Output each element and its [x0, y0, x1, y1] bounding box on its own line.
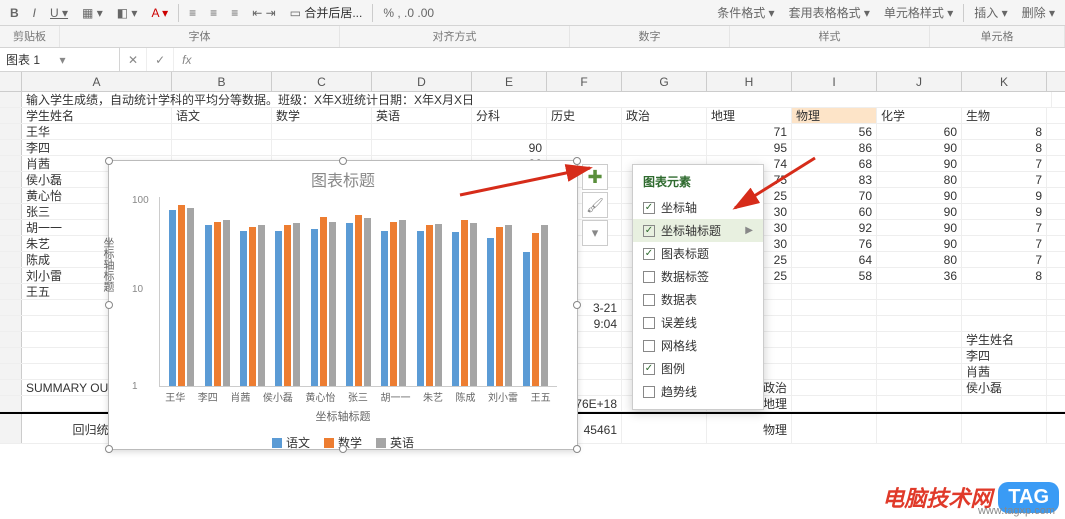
embedded-chart[interactable]: 图表标题 坐标轴标题 1 10 100 王华李四肖茜侯小磊黄心怡张三胡一一朱艺陈…: [108, 160, 578, 450]
chart-side-tools: ✚ 🖌 ▾: [582, 164, 608, 246]
chart-element-option[interactable]: ✓图表标题: [633, 242, 763, 265]
chart-element-option[interactable]: 网格线: [633, 334, 763, 357]
chart-styles-button[interactable]: 🖌: [582, 192, 608, 218]
ribbon-toolbar: B I U ▾ ▦ ▾ ◧ ▾ A ▾ ≡ ≡ ≡ ⇤ ⇥ ▭ 合并后居... …: [0, 0, 1065, 26]
checkbox-icon[interactable]: ✓: [643, 248, 655, 260]
checkbox-icon[interactable]: ✓: [643, 202, 655, 214]
cell-style-button[interactable]: 单元格样式 ▾: [880, 2, 957, 23]
checkbox-icon[interactable]: [643, 386, 655, 398]
resize-handle[interactable]: [339, 445, 347, 453]
bold-button[interactable]: B: [6, 4, 23, 22]
resize-handle[interactable]: [105, 157, 113, 165]
resize-handle[interactable]: [573, 157, 581, 165]
fill-color-button[interactable]: ◧ ▾: [113, 4, 142, 22]
group-styles: 样式: [730, 26, 930, 47]
title-cell[interactable]: 输入学生成绩，自动统计学科的平均分等数据。班级：X年X班统计日期：X年X月X日: [22, 92, 1052, 107]
chart-element-option[interactable]: ✓图例: [633, 357, 763, 380]
popup-title: 图表元素: [633, 171, 763, 196]
number-format-button[interactable]: % , .0 .00: [379, 4, 438, 22]
fx-icon[interactable]: fx: [174, 53, 199, 67]
checkbox-icon[interactable]: [643, 340, 655, 352]
column-headers: A B C D E F G H I J K: [0, 72, 1065, 92]
formula-bar: 图表 1▾ ✕ ✓ fx: [0, 48, 1065, 72]
resize-handle[interactable]: [105, 301, 113, 309]
cancel-icon[interactable]: ✕: [120, 48, 147, 71]
chart-element-option[interactable]: ✓坐标轴: [633, 196, 763, 219]
chart-plot-area[interactable]: 坐标轴标题 1 10 100: [159, 197, 557, 387]
table-row: 王华7156608: [0, 124, 1065, 140]
col-header[interactable]: J: [877, 72, 962, 91]
chart-element-option[interactable]: 数据标签: [633, 265, 763, 288]
chart-element-option[interactable]: 误差线: [633, 311, 763, 334]
resize-handle[interactable]: [105, 445, 113, 453]
cond-format-button[interactable]: 条件格式 ▾: [713, 2, 778, 23]
table-row: 学生姓名 语文 数学 英语 分科 历史 政治 地理 物理 化学 生物: [0, 108, 1065, 124]
col-header[interactable]: H: [707, 72, 792, 91]
checkbox-icon[interactable]: ✓: [643, 363, 655, 375]
group-clipboard: 剪贴板: [0, 26, 60, 47]
checkbox-icon[interactable]: [643, 271, 655, 283]
x-axis-title[interactable]: 坐标轴标题: [109, 408, 577, 424]
group-number: 数字: [570, 26, 730, 47]
col-header[interactable]: I: [792, 72, 877, 91]
chart-element-option[interactable]: 数据表: [633, 288, 763, 311]
ribbon-group-labels: 剪贴板 字体 对齐方式 数字 样式 单元格: [0, 26, 1065, 48]
resize-handle[interactable]: [573, 445, 581, 453]
chart-filter-button[interactable]: ▾: [582, 220, 608, 246]
col-header[interactable]: K: [962, 72, 1047, 91]
underline-button[interactable]: U ▾: [46, 4, 72, 22]
checkbox-icon[interactable]: [643, 294, 655, 306]
table-format-button[interactable]: 套用表格格式 ▾: [785, 2, 874, 23]
group-cells: 单元格: [930, 26, 1065, 47]
merge-button[interactable]: ▭ 合并后居...: [286, 2, 367, 23]
border-button[interactable]: ▦ ▾: [78, 4, 107, 22]
font-color-button[interactable]: A ▾: [147, 4, 172, 22]
checkbox-icon[interactable]: ✓: [643, 225, 655, 237]
name-box[interactable]: 图表 1▾: [0, 48, 120, 71]
italic-button[interactable]: I: [29, 4, 40, 22]
delete-button[interactable]: 删除 ▾: [1018, 2, 1059, 23]
col-header[interactable]: B: [172, 72, 272, 91]
align-left-button[interactable]: ≡: [185, 4, 200, 22]
y-axis-title[interactable]: 坐标轴标题: [100, 237, 116, 292]
watermark-url: www.tagxp.com: [978, 505, 1055, 517]
chart-title[interactable]: 图表标题: [109, 161, 577, 197]
insert-button[interactable]: 插入 ▾: [970, 2, 1011, 23]
chart-element-option[interactable]: 趋势线: [633, 380, 763, 403]
col-header[interactable]: D: [372, 72, 472, 91]
checkbox-icon[interactable]: [643, 317, 655, 329]
col-header[interactable]: F: [547, 72, 622, 91]
chart-element-option[interactable]: ✓坐标轴标题▶: [633, 219, 763, 242]
indent-button[interactable]: ⇤ ⇥: [248, 4, 279, 22]
group-font: 字体: [60, 26, 340, 47]
col-header[interactable]: C: [272, 72, 372, 91]
confirm-icon[interactable]: ✓: [147, 48, 174, 71]
chart-elements-popup: 图表元素 ✓坐标轴✓坐标轴标题▶✓图表标题数据标签数据表误差线网格线✓图例趋势线: [632, 164, 764, 410]
resize-handle[interactable]: [573, 301, 581, 309]
align-center-button[interactable]: ≡: [206, 4, 221, 22]
chart-elements-button[interactable]: ✚: [582, 164, 608, 190]
col-header[interactable]: G: [622, 72, 707, 91]
table-row: 李四909586908: [0, 140, 1065, 156]
chevron-right-icon: ▶: [745, 225, 753, 236]
table-row: 输入学生成绩，自动统计学科的平均分等数据。班级：X年X班统计日期：X年X月X日: [0, 92, 1065, 108]
col-header[interactable]: E: [472, 72, 547, 91]
resize-handle[interactable]: [339, 157, 347, 165]
col-header[interactable]: A: [22, 72, 172, 91]
group-align: 对齐方式: [340, 26, 570, 47]
align-right-button[interactable]: ≡: [227, 4, 242, 22]
